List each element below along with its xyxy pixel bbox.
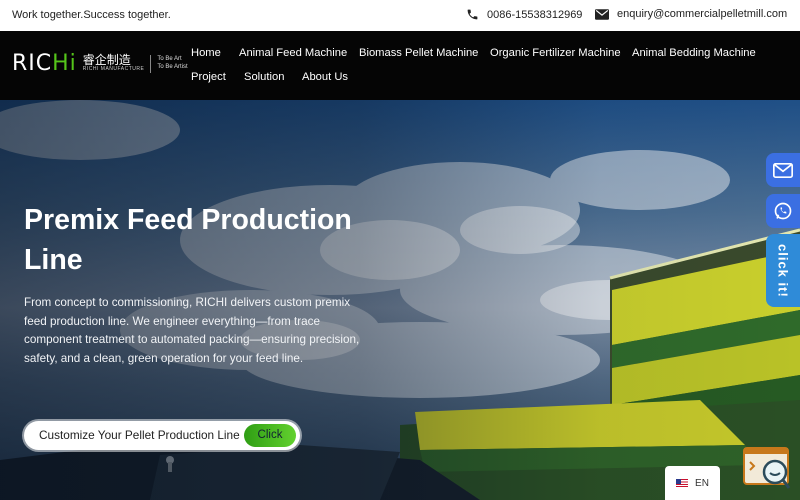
chat-widget-button[interactable] [742,446,792,492]
side-click-it-button[interactable]: click it! [766,234,800,307]
logo-prefix: RIC [12,51,53,76]
logo-slogan: To Be Art To Be Artist [157,56,187,72]
whatsapp-icon [774,202,792,220]
logo-divider [150,54,152,73]
logo-suffix: Hi [52,51,77,76]
language-selector[interactable]: EN [665,466,720,500]
site-header: RICHi 睿企制造 RICHI MANUFACTURE To Be Art To … [0,31,800,100]
contact-email[interactable]: enquiry@commercialpelletmill.com [595,8,787,20]
click-it-label[interactable]: click it! [776,244,791,298]
logo-sub: RICHI MANUFACTURE [82,66,145,73]
nav-biomass-pellet-machine[interactable]: Biomass Pellet Machine [359,47,478,59]
hero-description: From concept to commissioning, RICHI del… [24,296,360,365]
logo-slogan-1: To Be Art [157,55,182,62]
logo-wordmark: RICHi [12,51,77,76]
logo-chinese: 睿企制造 RICHI MANUFACTURE [83,54,145,73]
logo-slogan-2: To Be Artist [157,63,188,70]
nav-project[interactable]: Project [191,71,226,83]
language-code[interactable]: EN [695,478,709,489]
email-address[interactable]: enquiry@commercialpelletmill.com [617,8,787,20]
side-email-button[interactable] [766,153,800,187]
phone-icon [467,9,478,20]
mail-icon [595,8,609,20]
customize-cta-button[interactable]: Customize Your Pellet Production Line Cl… [24,421,300,450]
mail-icon [773,162,793,178]
hero-section: Premix Feed Production Line From concept… [0,100,800,500]
nav-home[interactable]: Home [191,47,221,59]
tagline: Work together.Success together. [12,9,171,21]
nav-solution[interactable]: Solution [244,71,284,83]
logo-cn-text: 睿企制造 [82,53,131,68]
hero-title: Premix Feed Production Line [24,204,352,276]
logo[interactable]: RICHi 睿企制造 RICHI MANUFACTURE To Be Art To … [12,51,188,76]
nav-animal-bedding-machine[interactable]: Animal Bedding Machine [632,47,756,59]
us-flag-icon [676,479,689,487]
chat-widget-icon [743,447,791,489]
side-whatsapp-button[interactable] [766,194,800,228]
nav-organic-fertilizer-machine[interactable]: Organic Fertilizer Machine [490,47,621,59]
top-bar: Work together.Success together. 0086-155… [0,0,800,31]
cta-label[interactable]: Customize Your Pellet Production Line [39,428,240,442]
cta-click-pill[interactable]: Click [244,424,296,447]
nav-about-us[interactable]: About Us [302,71,348,83]
contact-phone[interactable]: 0086-15538312969 [466,8,582,21]
nav-animal-feed-machine[interactable]: Animal Feed Machine [239,47,347,59]
phone-number[interactable]: 0086-15538312969 [487,9,582,21]
